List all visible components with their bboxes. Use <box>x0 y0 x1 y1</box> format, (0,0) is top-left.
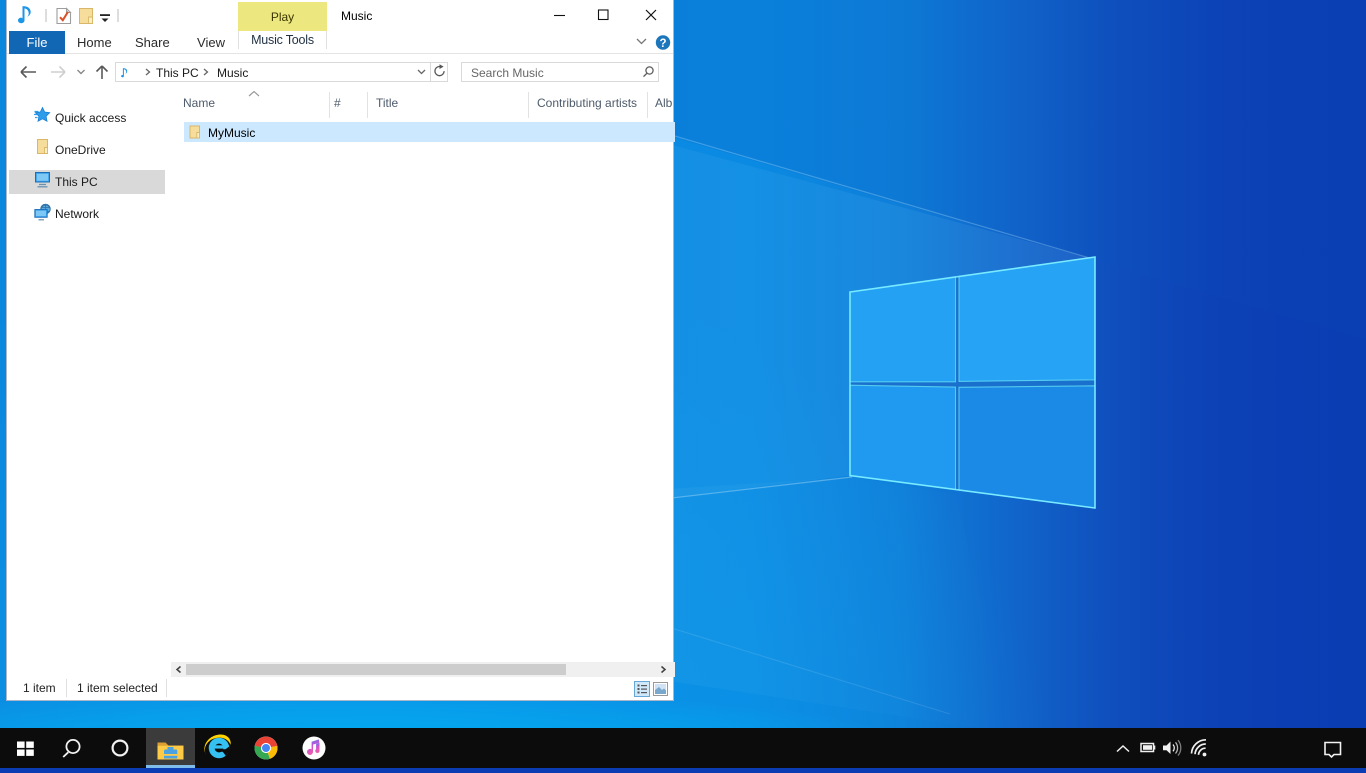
svg-text:?: ? <box>659 38 666 50</box>
